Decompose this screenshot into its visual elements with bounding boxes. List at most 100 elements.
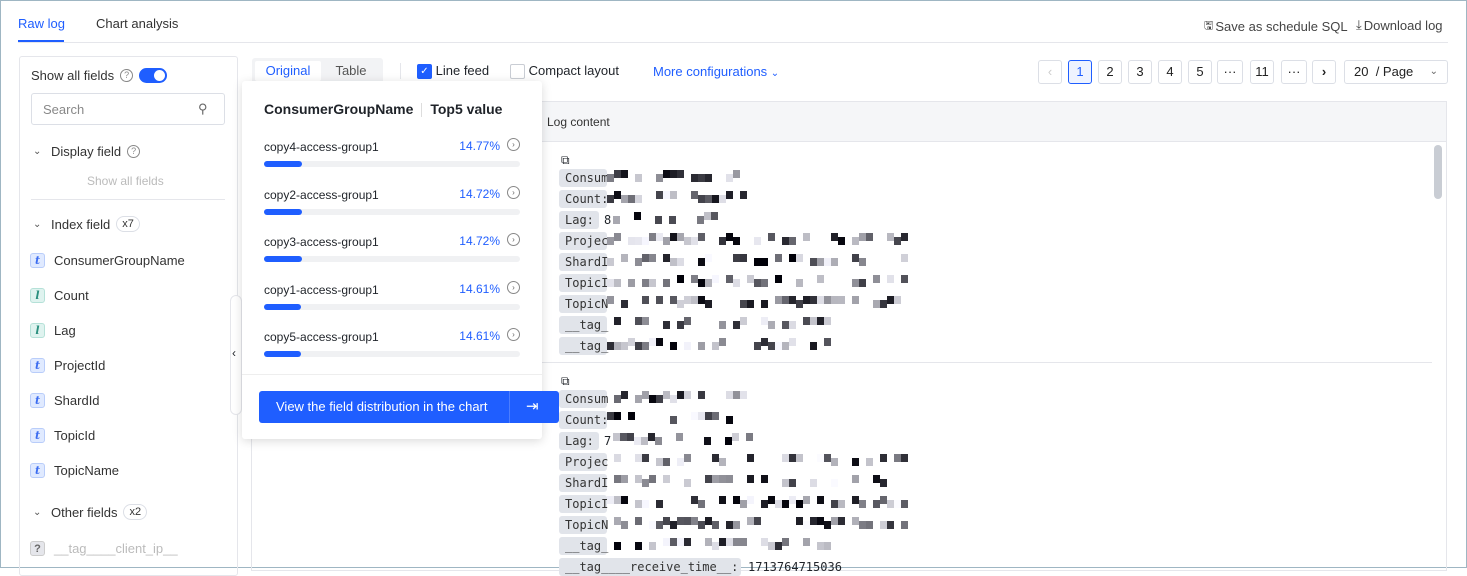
page-button[interactable]: 11 (1250, 60, 1274, 84)
redacted-pixel (817, 317, 824, 325)
redacted-pixel (824, 338, 831, 346)
view-distribution-chart-button[interactable]: View the field distribution in the chart… (259, 391, 559, 423)
page-button[interactable]: 4 (1158, 60, 1182, 84)
checkbox-checked-icon: ✓ (417, 64, 432, 80)
redacted-pixel (733, 521, 740, 529)
redacted-pixel (698, 258, 705, 266)
redacted-pixel (677, 170, 684, 178)
field-search-input[interactable] (31, 93, 225, 125)
download-icon: ⤓ (1356, 17, 1362, 32)
redacted-pixel (614, 454, 621, 462)
redacted-pixel (894, 454, 901, 462)
redacted-pixel (684, 454, 691, 462)
save-icon: 🖫 (1204, 20, 1214, 32)
line-feed-checkbox[interactable]: ✓ Line feed (417, 63, 489, 80)
redacted-pixel (691, 191, 698, 199)
search-icon[interactable]: ⚲ (198, 101, 208, 117)
redacted-pixel (656, 174, 663, 182)
redacted-pixel (894, 296, 901, 304)
redacted-pixel (831, 296, 838, 304)
view-table[interactable]: Table (322, 61, 380, 81)
help-icon[interactable]: ? (120, 69, 134, 82)
value-percent: 14.72% (459, 186, 500, 201)
field-item[interactable]: t TopicName (30, 463, 119, 478)
top-value-item[interactable]: copy2-access-group1 14.72% › (264, 185, 520, 215)
field-item[interactable]: t ProjectId (30, 358, 105, 373)
scrollbar[interactable] (1434, 145, 1442, 199)
page-button[interactable]: 5 (1188, 60, 1212, 84)
value-percent: 14.72% (459, 234, 500, 248)
popup-field-name: ConsumerGroupName (264, 101, 414, 117)
redacted-pixel (649, 542, 656, 550)
chevron-right-circle-icon[interactable]: › (507, 280, 520, 294)
page-button[interactable]: 1 (1068, 60, 1092, 84)
redacted-pixel (852, 254, 859, 262)
compact-layout-checkbox[interactable]: Compact layout (510, 63, 619, 80)
redacted-pixel (768, 496, 775, 504)
redacted-pixel (705, 300, 712, 308)
next-page-button[interactable]: › (1312, 60, 1336, 84)
top-value-item[interactable]: copy1-access-group1 14.61% › (264, 280, 520, 310)
top-value-item[interactable]: copy3-access-group1 14.72% › (264, 233, 520, 262)
redacted-pixel (656, 521, 663, 529)
redacted-pixel (642, 454, 649, 462)
top-value-item[interactable]: copy5-access-group1 14.61% › (264, 328, 520, 357)
redacted-pixel (852, 279, 859, 287)
progress-fill (264, 256, 302, 262)
redacted-pixel (754, 258, 761, 266)
page-button[interactable]: 2 (1098, 60, 1122, 84)
redacted-pixel (684, 296, 691, 304)
more-configurations-button[interactable]: More configurations ⌄ (653, 64, 779, 79)
field-item[interactable]: l Lag (30, 323, 76, 338)
download-log-button[interactable]: ⤓ Download log (1356, 17, 1443, 33)
field-item[interactable]: t ConsumerGroupName (30, 253, 185, 268)
copy-icon[interactable]: ⧉ (561, 374, 570, 389)
field-item[interactable]: t TopicId (30, 428, 95, 443)
view-original[interactable]: Original (255, 61, 321, 81)
display-field-section[interactable]: ⌄ Display field? (33, 144, 141, 159)
collapse-sidebar-button[interactable]: ‹ (230, 295, 242, 415)
tab-raw-log[interactable]: Raw log (18, 16, 65, 31)
chevron-right-circle-icon[interactable]: › (507, 328, 520, 341)
page-size-select[interactable]: 20 / Page ⌄ (1344, 60, 1448, 84)
chevron-right-circle-icon[interactable]: › (507, 138, 520, 151)
redacted-pixel (901, 275, 908, 283)
redacted-pixel (817, 542, 824, 550)
field-item[interactable]: l Count (30, 288, 89, 303)
prev-page-button[interactable]: ‹ (1038, 60, 1062, 84)
help-icon[interactable]: ? (127, 145, 141, 158)
page-button[interactable]: ··· (1281, 60, 1307, 84)
redacted-pixel (824, 542, 831, 550)
copy-icon[interactable]: ⧉ (561, 153, 570, 168)
redacted-pixel (663, 391, 670, 399)
redacted-pixel (677, 321, 684, 329)
redacted-pixel (901, 254, 908, 262)
field-item[interactable]: t ShardId (30, 393, 100, 408)
redacted-pixel (887, 275, 894, 283)
index-field-label: Index field (51, 216, 111, 232)
show-all-fields-toggle[interactable] (139, 68, 168, 83)
redacted-pixel (712, 521, 719, 529)
show-all-fields-label: Show all fields (31, 68, 115, 83)
popup-header: ConsumerGroupName Top5 value (264, 101, 502, 118)
progress-bar (264, 256, 520, 262)
redacted-pixel (901, 521, 908, 529)
chevron-right-circle-icon[interactable]: › (507, 185, 520, 199)
redacted-pixel (747, 475, 754, 483)
chevron-right-circle-icon[interactable]: › (507, 233, 520, 246)
redacted-pixel (670, 258, 677, 266)
field-item[interactable]: ? __tag____client_ip__ (30, 541, 178, 556)
index-field-section[interactable]: ⌄ Index field x7 (33, 216, 140, 232)
text-type-icon: t (30, 428, 45, 443)
redacted-pixel (810, 342, 817, 350)
page-button[interactable]: ··· (1217, 60, 1243, 84)
page-button[interactable]: 3 (1128, 60, 1152, 84)
redacted-pixel (775, 500, 782, 508)
other-fields-section[interactable]: ⌄ Other fields x2 (33, 504, 148, 520)
redacted-pixel (649, 233, 656, 241)
top-value-item[interactable]: copy4-access-group1 14.77% › (264, 138, 520, 167)
tab-chart-analysis[interactable]: Chart analysis (96, 16, 178, 31)
redacted-pixel (880, 496, 887, 504)
save-schedule-sql-button[interactable]: 🖫 Save as schedule SQL (1204, 17, 1348, 36)
redacted-pixel (663, 458, 670, 466)
